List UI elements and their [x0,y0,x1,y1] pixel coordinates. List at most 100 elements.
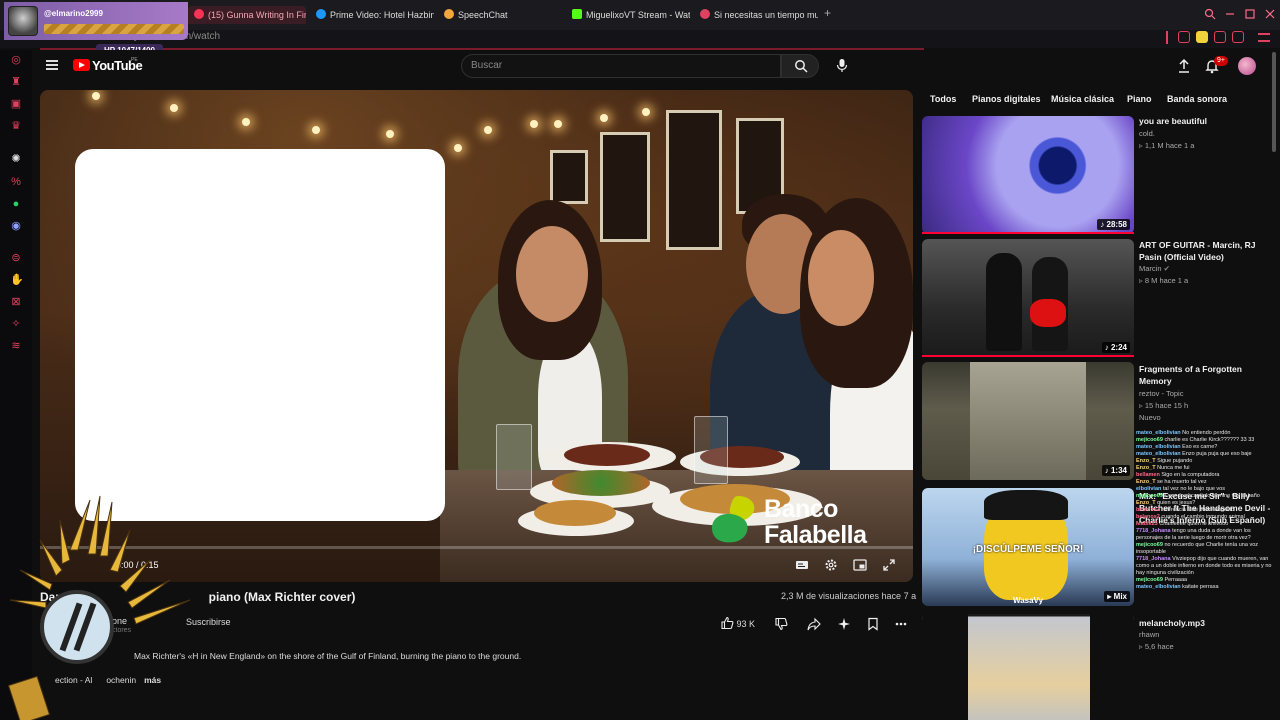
miniplayer-icon[interactable] [853,558,867,572]
sidebar-app-icon[interactable]: ♜ [10,76,22,88]
thumbnail-watermark: WasaVy [1012,596,1044,605]
string-light [242,118,250,126]
string-light [642,108,650,116]
logo-region: PE [131,57,138,63]
close-icon[interactable] [1264,8,1276,20]
sidebar-app-icon[interactable]: ⊠ [10,296,22,308]
banco-falabella-logo-icon [712,496,755,543]
string-light [170,104,178,112]
browser-tab[interactable]: MiguelixoVT Stream - Wat [572,6,690,24]
chat-message: mejicoo69 no recuerdo que Charlie tenía … [1136,542,1276,556]
recommendation-title[interactable]: you are beautiful [1139,115,1259,127]
recommendation-channel[interactable]: cold. [1139,128,1155,139]
duration: Mix [1113,592,1127,601]
letterbox [1090,614,1134,720]
download-icon[interactable] [1214,31,1226,43]
new-tab-button[interactable]: + [824,6,831,20]
chip-musica-clasica[interactable]: Música clásica [1051,92,1114,106]
recommendation-title[interactable]: Fragments of a Forgotten Memory [1139,363,1259,387]
microphone-icon[interactable] [834,57,850,73]
chat-message: mateo_elbolivian Enzo puja puja que eso … [1136,451,1276,458]
search-tabs-icon[interactable] [1204,8,1216,20]
browser-tab[interactable]: Si necesitas un tiempo mue [700,6,818,24]
tab-label: MiguelixoVT Stream - Wat [586,10,690,20]
more-options-icon[interactable] [895,616,907,632]
extension-icon[interactable] [1178,31,1190,43]
chatgpt-icon[interactable]: ✺ [10,153,22,165]
minimize-icon[interactable] [1224,8,1236,20]
verified-icon: ✔ [1163,264,1170,273]
thumbs-down-icon[interactable] [774,616,788,632]
duration: 28:58 [1106,220,1127,229]
duration-badge: ♪ 2:24 [1101,342,1130,353]
sidebar-app-icon[interactable]: ♛ [10,120,22,132]
chat-user: mateo_elbolivian [1136,451,1181,457]
sidebar-app-icon[interactable]: ✧ [10,318,22,330]
recommendation-thumbnail[interactable]: ¡DISCÚLPEME SEÑOR! WasaVy ▸ Mix [922,488,1134,606]
like-button[interactable]: 93 K [720,616,755,632]
upload-icon[interactable] [1176,58,1192,74]
search-input[interactable]: Buscar [461,54,781,78]
maximize-icon[interactable] [1244,8,1256,20]
chip-piano[interactable]: Piano [1127,92,1152,106]
chat-text: Cuando el capítulo termine voy al baño [1164,493,1260,499]
duration-badge: ♪ 1:34 [1101,465,1130,476]
sidebar-app-icon[interactable]: ▣ [10,98,22,110]
wall-picture-frame [666,110,722,250]
share-icon[interactable] [807,616,821,632]
extension-icon[interactable] [1196,31,1208,43]
chat-text: kaitate perrasa [1182,584,1219,590]
chat-text: quien es jesus? [1157,500,1196,506]
chip-todos[interactable]: Todos [930,92,956,106]
menu-icon[interactable] [1258,33,1270,42]
browser-tab[interactable]: Prime Video: Hotel Hazbin [316,6,434,24]
settings-gear-icon[interactable] [824,558,838,572]
hamburger-menu-icon[interactable] [46,60,58,70]
recommendation-title[interactable]: ART OF GUITAR - Marcin, RJ Pasin (Offici… [1139,239,1259,263]
string-light [530,120,538,128]
ad-brand-text: Banco Falabella [764,496,867,548]
subtitles-icon[interactable] [795,558,809,572]
chat-user: mejicoo69 [1136,577,1163,583]
youtube-favicon-icon [194,9,204,19]
recommendation-thumbnail[interactable]: ♪ 1:34 [922,362,1134,480]
sidebar-app-icon[interactable]: % [10,176,22,188]
chat-text: charlie es Charlie Kirck?????? 33 33 [1164,437,1255,443]
browser-tab[interactable]: (15) Gunna Writing In Fire [188,6,306,24]
save-bookmark-icon[interactable] [866,616,880,632]
chip-banda-sonora[interactable]: Banda sonora [1167,92,1227,106]
sidebar-app-icon[interactable]: ◎ [10,54,22,66]
chat-text: Charlieeee quien le invivooo [1159,521,1229,527]
whatsapp-icon[interactable]: ● [10,198,22,210]
ask-sparkle-icon[interactable] [837,616,851,632]
chip-pianos-digitales[interactable]: Pianos digitales [972,92,1041,106]
streamer-username: @elmarino2999 [44,9,103,18]
recommendation-thumbnail[interactable]: ♪ 28:58 [922,116,1134,234]
page-scrollbar[interactable] [1272,52,1276,152]
account-avatar[interactable] [1238,57,1256,75]
recommendation-thumbnail[interactable]: ♪ 2:24 [922,239,1134,357]
discord-icon[interactable]: ◉ [10,220,22,232]
recommendation-channel[interactable]: Marcin ✔ [1139,263,1170,274]
ai-icon[interactable] [1232,31,1244,43]
recommendation-meta: ▹ 15 hace 15 h [1139,401,1189,410]
chat-text: Eso es carne? [1182,444,1218,450]
sidebar-app-icon[interactable]: ✋ [10,274,24,286]
chat-message: mejicoo69 charlie es Charlie Kirck??????… [1136,437,1276,444]
recommendation-thumbnail[interactable] [922,614,1134,720]
sidebar-app-icon[interactable]: ≋ [10,340,22,352]
fullscreen-icon[interactable] [882,558,896,572]
chat-user: mejicoo69 [1136,437,1163,443]
browser-tab[interactable]: SpeechChat [444,6,562,24]
youtube-logo-icon[interactable] [73,59,90,71]
chat-user: Madik23 [1136,521,1158,527]
letterbox [922,614,968,720]
recommendation-channel[interactable]: reztov - Topic [1139,388,1183,399]
string-light [454,144,462,152]
sidebar-app-icon[interactable]: ⊜ [10,252,22,264]
recommendation-meta: ▹ 1,1 M hace 1 a [1139,141,1195,150]
chat-text: Sigo en la computadora [1161,472,1220,478]
search-button[interactable] [781,54,819,78]
watched-progress [922,232,1134,234]
duration-badge: ♪ 28:58 [1097,219,1130,230]
